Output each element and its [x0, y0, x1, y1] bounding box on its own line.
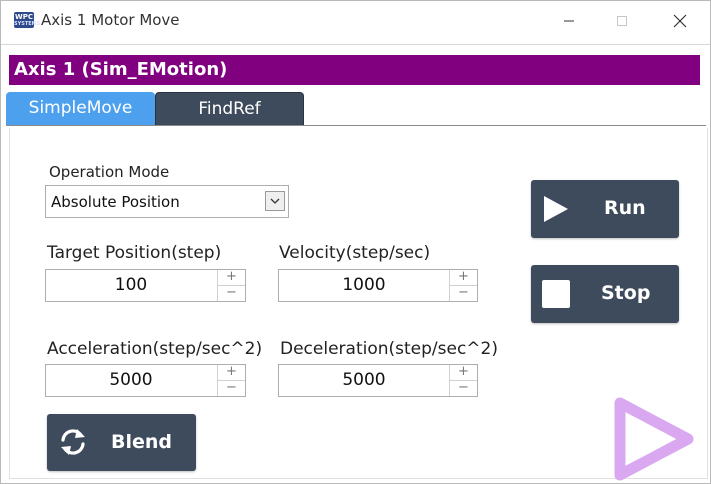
- target-position-increment[interactable]: +: [217, 270, 245, 286]
- chevron-down-icon: [270, 198, 280, 204]
- app-logo-subtext: SYSTEMS: [14, 21, 41, 27]
- acceleration-increment[interactable]: +: [217, 365, 245, 381]
- target-position-stepper[interactable]: 100 + −: [45, 269, 246, 302]
- blend-button[interactable]: Blend: [47, 414, 196, 471]
- acceleration-value[interactable]: 5000: [46, 365, 216, 396]
- velocity-decrement[interactable]: −: [449, 286, 477, 301]
- stop-button-label: Stop: [601, 282, 651, 304]
- stop-button[interactable]: Stop: [531, 265, 679, 323]
- refresh-icon: [61, 429, 85, 455]
- operation-mode-value: Absolute Position: [51, 193, 180, 211]
- operation-mode-label: Operation Mode: [49, 163, 170, 181]
- deceleration-label: Deceleration(step/sec^2): [280, 339, 498, 359]
- close-icon: [673, 14, 687, 28]
- title-separator: [1, 44, 710, 45]
- velocity-stepper[interactable]: 1000 + −: [278, 269, 478, 302]
- target-position-value[interactable]: 100: [46, 270, 216, 301]
- minimize-icon: [564, 20, 574, 22]
- operation-mode-select[interactable]: Absolute Position: [45, 185, 289, 218]
- app-window: WPC SYSTEMS Axis 1 Motor Move Axis 1 (Si…: [0, 0, 711, 484]
- deceleration-increment[interactable]: +: [449, 365, 477, 381]
- deceleration-stepper[interactable]: 5000 + −: [278, 364, 478, 397]
- acceleration-label: Acceleration(step/sec^2): [47, 339, 263, 359]
- deceleration-decrement[interactable]: −: [449, 381, 477, 396]
- run-button[interactable]: Run: [531, 180, 679, 238]
- velocity-label: Velocity(step/sec): [279, 243, 431, 263]
- tab-findref[interactable]: FindRef: [155, 92, 304, 126]
- acceleration-stepper[interactable]: 5000 + −: [45, 364, 246, 397]
- window-title: Axis 1 Motor Move: [41, 11, 180, 29]
- close-button[interactable]: [657, 1, 703, 41]
- square-stop-icon: [542, 280, 570, 308]
- acceleration-decrement[interactable]: −: [217, 381, 245, 396]
- dropdown-button[interactable]: [265, 191, 285, 211]
- velocity-value[interactable]: 1000: [279, 270, 449, 301]
- run-button-label: Run: [604, 197, 646, 219]
- axis-header: Axis 1 (Sim_EMotion): [9, 55, 700, 85]
- app-logo-icon: WPC SYSTEMS: [14, 12, 41, 28]
- velocity-increment[interactable]: +: [449, 270, 477, 286]
- maximize-icon: [617, 16, 627, 26]
- title-bar[interactable]: WPC SYSTEMS Axis 1 Motor Move: [1, 1, 710, 41]
- play-outline-icon: [614, 397, 694, 481]
- deceleration-value[interactable]: 5000: [279, 365, 449, 396]
- blend-button-label: Blend: [111, 431, 173, 453]
- minimize-button[interactable]: [546, 1, 592, 41]
- target-position-label: Target Position(step): [47, 243, 222, 263]
- tab-divider: [6, 125, 706, 126]
- tab-simplemove[interactable]: SimpleMove: [6, 92, 155, 126]
- target-position-decrement[interactable]: −: [217, 286, 245, 301]
- maximize-button[interactable]: [599, 1, 645, 41]
- play-icon: [544, 196, 568, 222]
